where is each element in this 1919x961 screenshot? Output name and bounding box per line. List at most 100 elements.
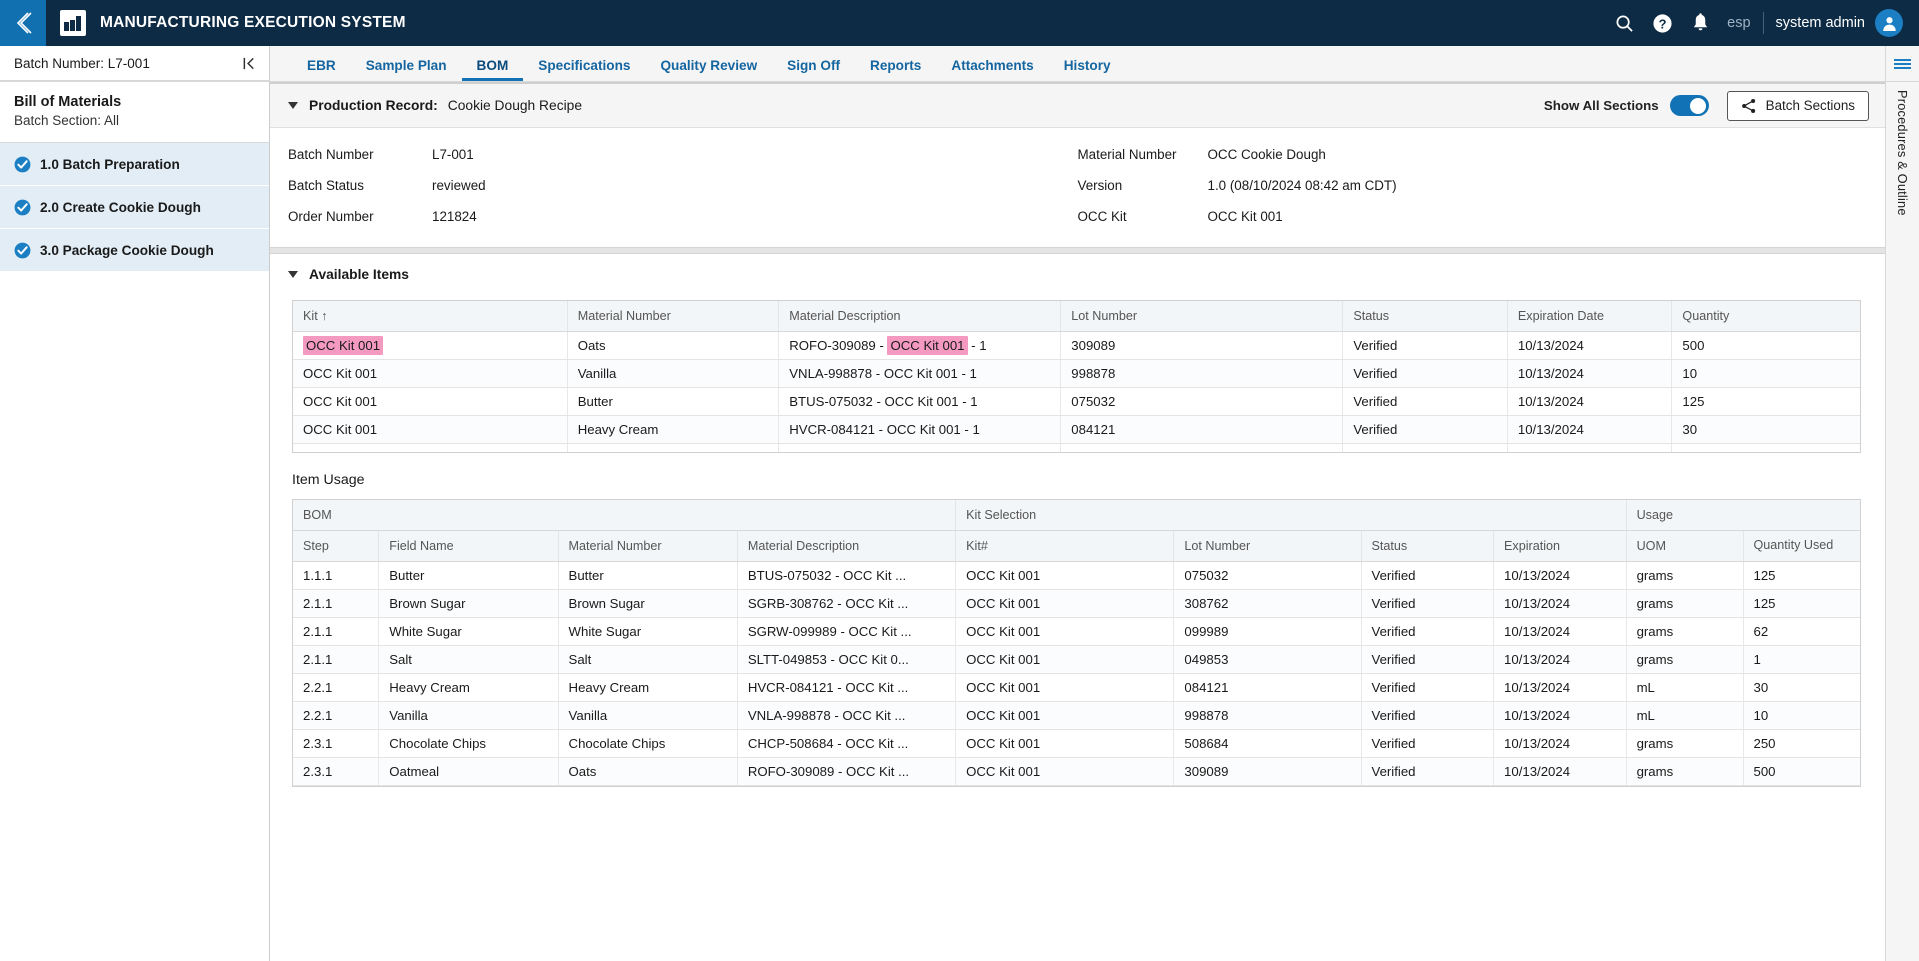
tab-attachments[interactable]: Attachments	[936, 59, 1048, 81]
field-batch-number: Batch Number L7-001	[288, 142, 1078, 166]
search-icon[interactable]	[1605, 0, 1643, 46]
production-record-header: Production Record: Cookie Dough Recipe S…	[270, 82, 1885, 128]
tab-reports[interactable]: Reports	[855, 59, 936, 81]
sidebar-empty-area	[0, 272, 269, 961]
table-row[interactable]: 2.2.1 Heavy Cream Heavy Cream HVCR-08412…	[293, 673, 1860, 702]
table-row[interactable]: OCC Kit 001 Vanilla VNLA-998878 - OCC Ki…	[293, 359, 1860, 388]
content-area: Production Record: Cookie Dough Recipe S…	[270, 82, 1885, 961]
caret-down-icon[interactable]	[288, 270, 298, 278]
cell-field-name: Oatmeal	[378, 757, 559, 786]
right-rail[interactable]: Procedures & Outline	[1885, 82, 1919, 961]
table-row[interactable]: 2.3.1 Chocolate Chips Chocolate Chips CH…	[293, 729, 1860, 758]
table-row[interactable]: OCC Kit 001 Heavy Cream HVCR-084121 - OC…	[293, 415, 1860, 444]
cell-status: Verified	[1342, 415, 1508, 444]
table-row[interactable]: 2.3.1 Oatmeal Oats ROFO-309089 - OCC Kit…	[293, 757, 1860, 786]
cell-kit-number: OCC Kit 001	[955, 617, 1175, 646]
cell-kit-number: OCC Kit 001	[955, 757, 1175, 786]
col-expiration[interactable]: Expiration	[1493, 530, 1627, 562]
cell-lot-number: 049853	[1173, 645, 1362, 674]
col-lot-number[interactable]: Lot Number	[1060, 301, 1344, 332]
topbar-divider	[1762, 12, 1764, 34]
cell-field-name: Chocolate Chips	[378, 729, 559, 758]
cell-material-number: Chocolate Chips	[558, 729, 738, 758]
table-row[interactable]: 1.1.1 Butter Butter BTUS-075032 - OCC Ki…	[293, 561, 1860, 590]
production-record-fields: Batch Number L7-001 Batch Status reviewe…	[270, 128, 1885, 247]
tab-specifications[interactable]: Specifications	[523, 59, 645, 81]
cell-material-number: Oats	[567, 331, 780, 360]
sidebar-item-package-cookie-dough[interactable]: 3.0 Package Cookie Dough	[0, 229, 269, 272]
col-material-number[interactable]: Material Number	[567, 301, 780, 332]
cell-material-description: HVCR-084121 - OCC Kit ...	[737, 673, 957, 702]
available-items-scroll-region[interactable]: Kit ↑ Material Number Material Descripti…	[293, 301, 1860, 452]
cell-uom: grams	[1626, 561, 1744, 590]
table-row[interactable]: 2.1.1 Brown Sugar Brown Sugar SGRB-30876…	[293, 589, 1860, 618]
cell-material-description: SGRB-308762 - OCC Kit ...	[737, 589, 957, 618]
table-row[interactable]: OCC Kit 001 Oats ROFO-309089 - OCC Kit 0…	[293, 331, 1860, 360]
cell-status: Verified	[1361, 757, 1495, 786]
cell-uom: grams	[1626, 757, 1744, 786]
col-lot-number[interactable]: Lot Number	[1173, 530, 1362, 562]
caret-down-icon[interactable]	[288, 102, 298, 109]
cell-material-number: Brown Sugar	[558, 589, 738, 618]
cell-status: Verified	[1361, 561, 1495, 590]
col-step[interactable]: Step	[293, 530, 380, 562]
cell-material-number: Vanilla	[558, 701, 738, 730]
cell-step: 2.1.1	[293, 617, 380, 646]
cell-material-description: VNLA-998878 - OCC Kit 001 - 1	[778, 359, 1062, 388]
help-circle-icon[interactable]: ?	[1643, 0, 1681, 46]
table-row[interactable]: 2.1.1 Salt Salt SLTT-049853 - OCC Kit 0.…	[293, 645, 1860, 674]
available-items-body: OCC Kit 001 Oats ROFO-309089 - OCC Kit 0…	[293, 331, 1860, 452]
cell-status: Verified	[1342, 359, 1508, 388]
col-expiration-date[interactable]: Expiration Date	[1507, 301, 1673, 332]
tab-bom[interactable]: BOM	[461, 59, 524, 81]
col-uom[interactable]: UOM	[1626, 530, 1744, 562]
cell-quantity-used: 125	[1743, 561, 1860, 590]
tab-sign-off[interactable]: Sign Off	[772, 59, 855, 81]
show-all-sections-toggle[interactable]	[1669, 95, 1709, 116]
field-version: Version 1.0 (08/10/2024 08:42 am CDT)	[1078, 173, 1886, 197]
table-row[interactable]: OCC Kit 001 Salt SLTT-049853 - OCC Kit 0…	[293, 443, 1860, 452]
col-material-description[interactable]: Material Description	[778, 301, 1062, 332]
tab-sample-plan[interactable]: Sample Plan	[351, 59, 462, 81]
table-row[interactable]: OCC Kit 001 Butter BTUS-075032 - OCC Kit…	[293, 387, 1860, 416]
table-row[interactable]: 2.2.1 Vanilla Vanilla VNLA-998878 - OCC …	[293, 701, 1860, 730]
tab-quality-review[interactable]: Quality Review	[645, 59, 772, 81]
cell-lot-number: 084121	[1060, 415, 1344, 444]
cell-quantity-used: 10	[1743, 701, 1860, 730]
available-items-title: Available Items	[309, 266, 409, 282]
col-material-description[interactable]: Material Description	[737, 530, 957, 562]
tab-history[interactable]: History	[1049, 59, 1126, 81]
cell-expiration: 10/13/2024	[1493, 589, 1627, 618]
col-kit[interactable]: Kit ↑	[293, 301, 568, 332]
cell-kit: OCC Kit 001	[293, 359, 568, 388]
sidebar-item-label: 2.0 Create Cookie Dough	[40, 199, 201, 215]
table-row[interactable]: 2.1.1 White Sugar White Sugar SGRW-09998…	[293, 617, 1860, 646]
tab-ebr[interactable]: EBR	[292, 59, 351, 81]
cell-step: 2.3.1	[293, 729, 380, 758]
col-material-number[interactable]: Material Number	[558, 530, 738, 562]
cell-material-number: Butter	[558, 561, 738, 590]
chevron-left-icon	[16, 12, 32, 34]
col-kit-number[interactable]: Kit#	[955, 530, 1175, 562]
user-avatar-icon[interactable]	[1875, 9, 1903, 37]
sidebar-item-create-cookie-dough[interactable]: 2.0 Create Cookie Dough	[0, 186, 269, 229]
col-status[interactable]: Status	[1361, 530, 1495, 562]
hamburger-menu-icon	[1894, 57, 1911, 71]
cell-expiration: 10/13/2024	[1507, 331, 1673, 360]
col-quantity[interactable]: Quantity	[1671, 301, 1860, 332]
sort-ascending-icon: ↑	[321, 309, 328, 323]
field-value: 121824	[432, 208, 477, 224]
cell-field-name: White Sugar	[378, 617, 559, 646]
cell-status: Verified	[1361, 673, 1495, 702]
production-record-label: Production Record:	[309, 98, 438, 113]
col-status[interactable]: Status	[1342, 301, 1508, 332]
back-button[interactable]	[0, 0, 46, 46]
batch-sections-button[interactable]: Batch Sections	[1726, 90, 1869, 121]
language-selector[interactable]: esp	[1727, 15, 1750, 31]
col-quantity-used[interactable]: Quantity Used	[1743, 530, 1860, 562]
sidebar-item-batch-preparation[interactable]: 1.0 Batch Preparation	[0, 143, 269, 186]
bell-icon[interactable]	[1681, 0, 1719, 46]
col-field-name[interactable]: Field Name	[378, 530, 559, 562]
collapse-panel-icon[interactable]	[242, 56, 257, 71]
right-panel-menu-button[interactable]	[1885, 46, 1919, 81]
